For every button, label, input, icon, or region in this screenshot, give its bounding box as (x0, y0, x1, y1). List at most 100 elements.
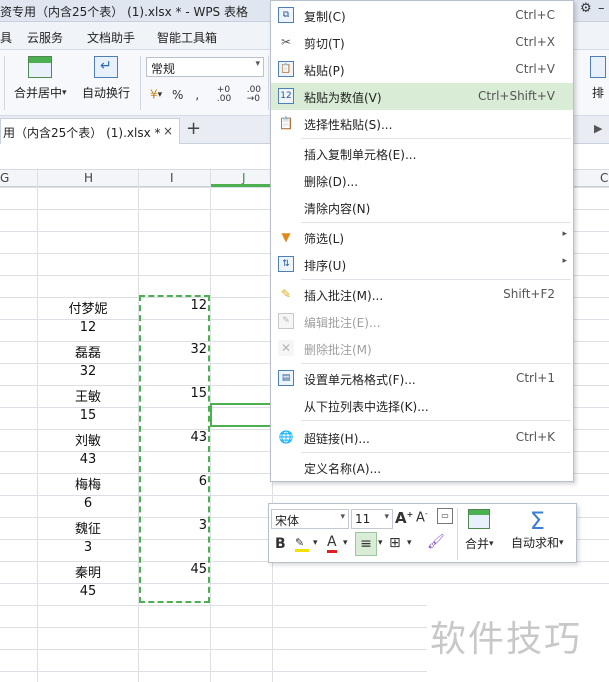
column-header-h[interactable]: H (84, 171, 93, 185)
menu-item-paste-special[interactable]: 📋 选择性粘贴(S)... (271, 110, 573, 137)
cell-h[interactable]: 12 (38, 320, 138, 335)
menu-item-delete[interactable]: 删除(D)... (271, 167, 573, 194)
document-tab[interactable]: 用（内含25个表） (1).xlsx * × (0, 118, 180, 144)
cell-h[interactable]: 32 (38, 364, 138, 379)
menu-item-label: 删除批注(M) (304, 343, 372, 357)
chevron-down-icon[interactable]: ▾ (407, 538, 412, 548)
sort-icon (590, 56, 606, 78)
cell-h[interactable]: 付梦妮 (38, 298, 138, 317)
menu-item-label: 插入复制单元格(E)... (304, 148, 417, 162)
menu-item-cut[interactable]: ✂ 剪切(T) Ctrl+X (271, 29, 573, 56)
menu-separator (301, 279, 571, 280)
font-color-icon[interactable]: A (327, 534, 337, 553)
menu-item-tools[interactable]: 具 (0, 29, 12, 46)
chevron-down-icon: ▾ (340, 512, 345, 522)
menu-item-pick-from-list[interactable]: 从下拉列表中选择(K)... (271, 392, 573, 419)
menu-item-label: 剪切(T) (304, 37, 345, 51)
menu-item-smart-tools[interactable]: 智能工具箱 (157, 29, 217, 46)
ribbon-divider (140, 56, 141, 110)
menu-item-filter[interactable]: ▼ 筛选(L) ▸ (271, 224, 573, 251)
merge-center-button[interactable]: 合并居中 ▾ (14, 56, 67, 101)
number-format-value: 常规 (151, 62, 176, 76)
thousands-separator-button[interactable]: ‚ (195, 88, 199, 102)
menu-item-label: 复制(C) (304, 10, 346, 24)
cell-h[interactable]: 魏征 (38, 518, 138, 537)
cell-h[interactable]: 秦明 (38, 562, 138, 581)
cell-h[interactable]: 6 (38, 496, 138, 511)
menu-item-format-cells[interactable]: ▤ 设置单元格格式(F)... Ctrl+1 (271, 365, 573, 392)
menu-item-sort[interactable]: ⇅ 排序(U) ▸ (271, 251, 573, 278)
merge-cells-icon (468, 509, 491, 529)
menu-item-clear-contents[interactable]: 清除内容(N) (271, 194, 573, 221)
column-header-i[interactable]: I (170, 171, 174, 185)
increase-font-icon[interactable]: A+ (395, 509, 413, 527)
document-tab-label: 用（内含25个表） (1).xlsx * (3, 126, 161, 140)
minimize-icon[interactable]: – (598, 1, 605, 16)
tab-menu-icon[interactable]: ▶ (594, 122, 602, 135)
merge-label: 合并 (465, 537, 490, 551)
merge-button[interactable]: 合并 ▾ (465, 509, 494, 552)
cell-h[interactable]: 王敏 (38, 386, 138, 405)
paste-icon: 📋 (278, 61, 294, 77)
currency-icon[interactable]: ¥ (150, 88, 158, 102)
font-size-select[interactable]: 11 ▾ (351, 509, 393, 529)
menu-item-label: 筛选(L) (304, 232, 345, 246)
chevron-down-icon[interactable]: ▾ (313, 538, 318, 548)
bold-icon[interactable]: B (275, 536, 286, 552)
menu-item-define-name[interactable]: 定义名称(A)... (271, 454, 573, 481)
menu-item-insert-comment[interactable]: ✎ 插入批注(M)... Shift+F2 (271, 281, 573, 308)
column-header-j[interactable]: J (242, 171, 246, 185)
cell-h[interactable]: 45 (38, 584, 138, 599)
merge-cells-icon (28, 56, 53, 78)
close-icon[interactable]: × (163, 124, 173, 138)
menu-item-cloud[interactable]: 云服务 (27, 29, 63, 46)
number-format-select[interactable]: 常规 ▾ (146, 57, 264, 77)
menu-separator (301, 222, 571, 223)
copy-icon: ⧉ (278, 7, 294, 23)
menu-item-shortcut: Ctrl+V (515, 62, 555, 76)
increase-decimal-button[interactable]: +0 .00 (217, 86, 239, 104)
fill-color-icon[interactable]: ✎ (295, 536, 309, 552)
ribbon-divider (268, 56, 269, 110)
menu-item-shortcut: Ctrl+K (515, 430, 555, 444)
clear-format-icon[interactable]: ▭ (437, 508, 453, 524)
autosum-button[interactable]: Σ 自动求和 ▾ (511, 508, 564, 551)
decrease-font-icon[interactable]: A- (416, 509, 428, 525)
ribbon-divider (4, 56, 5, 110)
menu-item-label: 定义名称(A)... (304, 462, 382, 476)
chevron-down-icon[interactable]: ▾ (378, 538, 383, 548)
cell-h[interactable]: 15 (38, 408, 138, 423)
insert-comment-icon: ✎ (280, 287, 292, 301)
format-painter-icon[interactable]: 🖌 (427, 534, 445, 550)
menu-item-paste-values[interactable]: 12 粘贴为数值(V) Ctrl+Shift+V (271, 83, 573, 110)
menu-item-doc-helper[interactable]: 文档助手 (87, 29, 135, 46)
settings-icon[interactable]: ⚙ (580, 1, 592, 16)
chevron-down-icon[interactable]: ▾ (343, 538, 348, 548)
menu-item-insert-copied-cells[interactable]: 插入复制单元格(E)... (271, 140, 573, 167)
cell-h[interactable]: 磊磊 (38, 342, 138, 361)
cell-h[interactable]: 3 (38, 540, 138, 555)
menu-item-label: 排序(U) (304, 259, 347, 273)
cell-h[interactable]: 刘敏 (38, 430, 138, 449)
autosum-label: 自动求和 (511, 536, 560, 550)
menu-item-delete-comment: ✕ 删除批注(M) (271, 335, 573, 362)
menu-item-copy[interactable]: ⧉ 复制(C) Ctrl+C (271, 2, 573, 29)
new-tab-icon[interactable]: + (186, 118, 201, 139)
cell-h[interactable]: 43 (38, 452, 138, 467)
font-family-select[interactable]: 宋体 ▾ (271, 509, 349, 529)
sort-ribbon-button[interactable]: 排 (590, 56, 606, 101)
font-family-value: 宋体 (275, 514, 300, 528)
sort-ribbon-label: 排 (591, 86, 604, 100)
column-header-g[interactable]: G (0, 171, 9, 185)
filter-icon: ▼ (281, 230, 291, 244)
auto-wrap-button[interactable]: 自动换行 (82, 56, 130, 101)
chevron-down-icon: ▾ (384, 512, 389, 522)
column-header-c[interactable]: C (600, 171, 608, 185)
menu-item-paste[interactable]: 📋 粘贴(P) Ctrl+V (271, 56, 573, 83)
cell-h[interactable]: 梅梅 (38, 474, 138, 493)
align-center-icon[interactable]: ≡ (355, 532, 377, 556)
borders-icon[interactable]: ⊞ (389, 535, 401, 551)
menu-item-hyperlink[interactable]: 🌐 超链接(H)... Ctrl+K (271, 424, 573, 451)
active-cell[interactable] (210, 403, 272, 427)
percent-button[interactable]: % (172, 88, 183, 102)
